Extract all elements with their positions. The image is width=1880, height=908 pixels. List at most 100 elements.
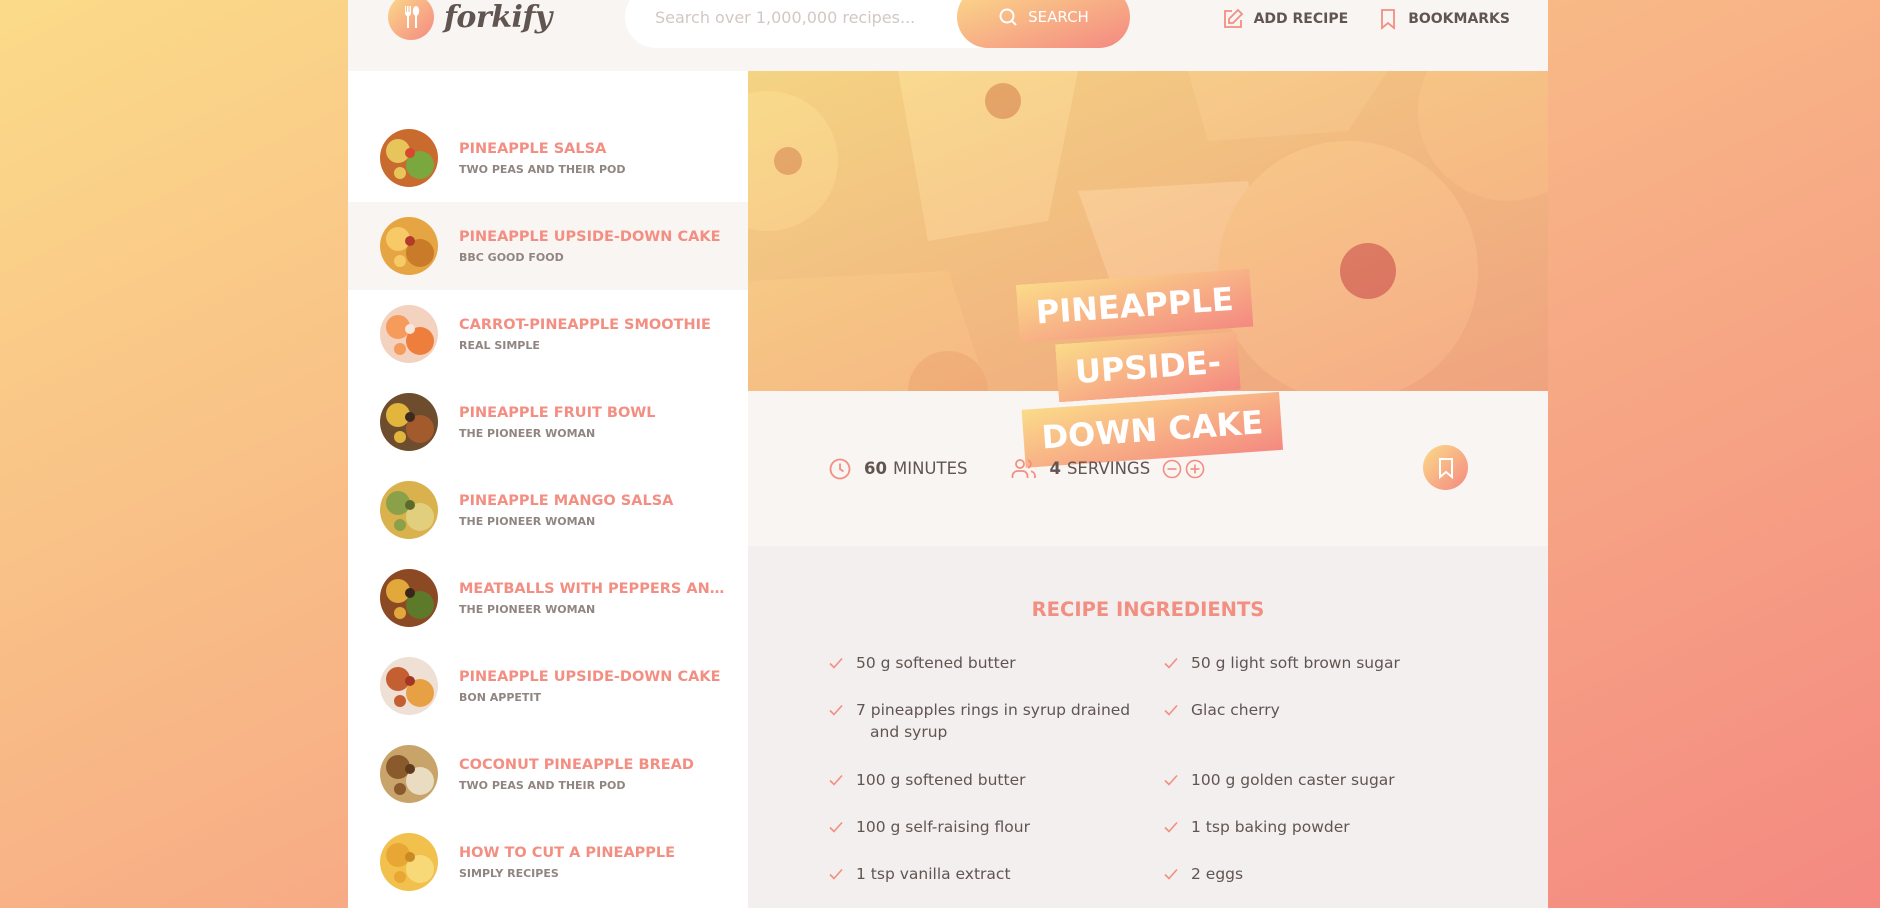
- search-input[interactable]: [655, 7, 955, 27]
- ingredient-text: 1 tsp vanilla extract: [856, 865, 1011, 883]
- fork-spoon-icon: [388, 0, 434, 40]
- increase-servings-button[interactable]: [1185, 459, 1205, 479]
- result-thumbnail: [380, 657, 438, 715]
- ingredient-item: 7 pineapples rings in syrup drained and …: [828, 699, 1163, 769]
- servings-info: 4 servings: [1011, 457, 1205, 481]
- ingredients-heading: Recipe ingredients: [1031, 598, 1265, 621]
- ingredient-text: 1 tsp baking powder: [1191, 818, 1350, 836]
- result-title: Pineapple Mango Salsa: [459, 492, 674, 509]
- ingredient-text: 7 pineapples rings in syrup drained and …: [856, 701, 1131, 741]
- result-title: Pineapple Salsa: [459, 140, 607, 157]
- ingredient-text: 100 g golden caster sugar: [1191, 771, 1395, 789]
- result-data: Coconut Pineapple Bread Two Peas and The…: [459, 757, 729, 792]
- logo[interactable]: forkify: [388, 0, 552, 40]
- result-publisher: The Pioneer Woman: [459, 426, 596, 440]
- check-icon: [1163, 819, 1179, 835]
- ingredient-item: 2 eggs: [1163, 863, 1468, 908]
- ingredient-text: 50 g light soft brown sugar: [1191, 654, 1400, 672]
- check-icon: [1163, 655, 1179, 671]
- app-container: forkify Search Add recipe: [348, 0, 1548, 908]
- result-title: Coconut Pineapple Bread: [459, 756, 694, 773]
- ingredient-item: 1 tsp vanilla extract: [828, 863, 1163, 908]
- search-button-label: Search: [1028, 8, 1089, 26]
- result-publisher: The Pioneer Woman: [459, 514, 596, 528]
- result-item[interactable]: Pineapple Fruit Bowl The Pioneer Woman: [348, 378, 748, 466]
- recipe-view: Pineapple Upside- Down Cake 60 minutes: [748, 71, 1548, 908]
- bookmark-recipe-button[interactable]: [1423, 445, 1468, 490]
- results-list: Pineapple Salsa Two Peas and Their Pod P…: [348, 114, 748, 906]
- search-button[interactable]: Search: [957, 0, 1130, 48]
- header: forkify Search Add recipe: [348, 0, 1548, 71]
- result-publisher: BBC Good Food: [459, 250, 564, 264]
- result-thumbnail: [380, 129, 438, 187]
- result-publisher: The Pioneer Woman: [459, 602, 596, 616]
- nav: Add recipe Bookmarks: [1222, 8, 1510, 30]
- result-item[interactable]: Coconut Pineapple Bread Two Peas and The…: [348, 730, 748, 818]
- result-photo: [380, 217, 438, 275]
- clock-icon: [828, 457, 852, 481]
- ingredient-text: 100 g self-raising flour: [856, 818, 1030, 836]
- servings-label: servings: [1066, 459, 1151, 478]
- result-publisher: Simply Recipes: [459, 866, 559, 880]
- result-title: Pineapple Fruit Bowl: [459, 404, 656, 421]
- users-icon: [1011, 457, 1037, 481]
- servings-controls: [1162, 459, 1205, 479]
- search-results: Pineapple Salsa Two Peas and Their Pod P…: [348, 71, 748, 908]
- ingredient-text: 100 g softened butter: [856, 771, 1026, 789]
- check-icon: [828, 866, 844, 882]
- result-item[interactable]: Pineapple Salsa Two Peas and Their Pod: [348, 114, 748, 202]
- result-item[interactable]: Pineapple Upside-Down Cake BBC Good Food: [348, 202, 748, 290]
- check-icon: [828, 655, 844, 671]
- result-data: Pineapple Upside-Down Cake Bon Appetit: [459, 669, 729, 704]
- result-thumbnail: [380, 833, 438, 891]
- add-recipe-label: Add recipe: [1253, 11, 1349, 27]
- result-photo: [380, 481, 438, 539]
- minutes-value: 60: [864, 459, 887, 478]
- result-publisher: Real Simple: [459, 338, 540, 352]
- bookmark-icon: [1378, 8, 1398, 30]
- result-item[interactable]: Pineapple Mango Salsa The Pioneer Woman: [348, 466, 748, 554]
- plus-circle-icon: [1185, 459, 1205, 479]
- decrease-servings-button[interactable]: [1162, 459, 1182, 479]
- bookmarks-label: Bookmarks: [1408, 11, 1510, 27]
- result-item[interactable]: How to Cut a Pineapple Simply Recipes: [348, 818, 748, 906]
- ingredient-text: 50 g softened butter: [856, 654, 1016, 672]
- bookmarks-button[interactable]: Bookmarks: [1378, 8, 1510, 30]
- recipe-details: 60 minutes 4 servings: [748, 391, 1548, 546]
- cooking-time: 60 minutes: [828, 457, 967, 481]
- ingredient-text: 2 eggs: [1191, 865, 1244, 883]
- ingredient-item: 100 g softened butter: [828, 769, 1163, 816]
- check-icon: [1163, 866, 1179, 882]
- result-data: How to Cut a Pineapple Simply Recipes: [459, 845, 729, 880]
- logo-text: forkify: [444, 0, 552, 35]
- result-publisher: Bon Appetit: [459, 690, 542, 704]
- check-icon: [1163, 772, 1179, 788]
- result-thumbnail: [380, 745, 438, 803]
- result-photo: [380, 657, 438, 715]
- result-title: Carrot-Pineapple Smoothie: [459, 316, 711, 333]
- bookmark-icon: [1437, 457, 1455, 479]
- result-photo: [380, 393, 438, 451]
- ingredient-item: 100 g golden caster sugar: [1163, 769, 1468, 816]
- result-item[interactable]: Carrot-Pineapple Smoothie Real Simple: [348, 290, 748, 378]
- result-thumbnail: [380, 305, 438, 363]
- check-icon: [828, 819, 844, 835]
- result-publisher: Two Peas and Their Pod: [459, 778, 626, 792]
- ingredient-item: 100 g self-raising flour: [828, 816, 1163, 863]
- result-data: Carrot-Pineapple Smoothie Real Simple: [459, 317, 729, 352]
- result-item[interactable]: Pineapple Upside-Down Cake Bon Appetit: [348, 642, 748, 730]
- add-recipe-button[interactable]: Add recipe: [1222, 8, 1349, 30]
- result-photo: [380, 569, 438, 627]
- result-item[interactable]: Meatballs with Peppers and ... The Pione…: [348, 554, 748, 642]
- result-thumbnail: [380, 217, 438, 275]
- result-photo: [380, 745, 438, 803]
- result-data: Pineapple Mango Salsa The Pioneer Woman: [459, 493, 729, 528]
- recipe-ingredients: Recipe ingredients 50 g softened butter …: [748, 546, 1548, 908]
- minutes-label: minutes: [892, 459, 968, 478]
- result-title: Pineapple Upside-Down Cake: [459, 228, 721, 245]
- result-title: Meatballs with Peppers and ...: [459, 580, 729, 597]
- recipe-title-line1: Pineapple Upside-: [1015, 268, 1254, 403]
- result-data: Pineapple Salsa Two Peas and Their Pod: [459, 141, 729, 176]
- result-title: How to Cut a Pineapple: [459, 844, 676, 861]
- result-data: Meatballs with Peppers and ... The Pione…: [459, 581, 729, 616]
